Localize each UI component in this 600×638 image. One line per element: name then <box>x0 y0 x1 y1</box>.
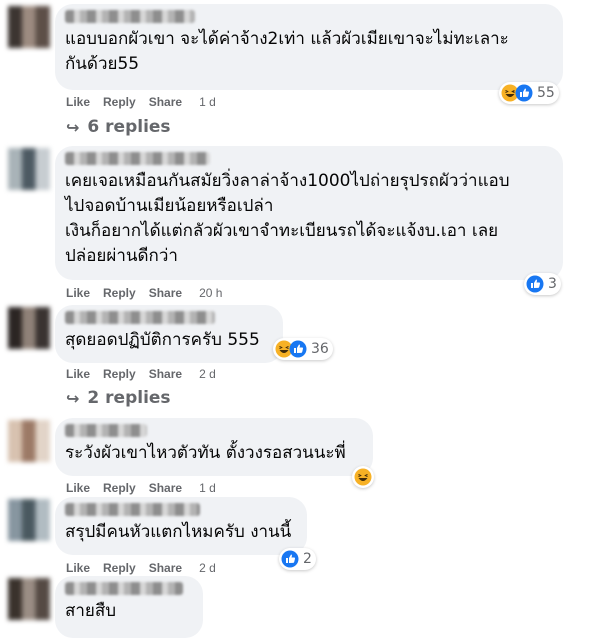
timestamp[interactable]: 2 d <box>199 561 216 575</box>
comment-text: สุดยอดปฏิบัติการครับ 555 <box>65 330 260 350</box>
reply-link[interactable]: Reply <box>103 286 136 300</box>
share-link[interactable]: Share <box>149 561 182 575</box>
timestamp[interactable]: 1 d <box>199 481 216 495</box>
comment-text: ระวังผัวเขาไหวตัวทัน ตั้งวงรอสวนนะพี่ <box>65 443 346 463</box>
avatar[interactable] <box>8 499 50 541</box>
comment-actions: Like Reply Share 2 d <box>66 561 229 575</box>
like-link[interactable]: Like <box>66 481 90 495</box>
like-icon <box>526 275 544 293</box>
reaction-summary[interactable] <box>352 466 374 488</box>
avatar[interactable] <box>8 307 50 349</box>
reaction-summary[interactable]: 55 <box>499 82 559 104</box>
avatar[interactable] <box>8 6 50 48</box>
like-icon <box>281 550 299 568</box>
reply-link[interactable]: Reply <box>103 481 136 495</box>
reply-arrow-icon: ↪ <box>66 388 80 408</box>
avatar[interactable] <box>8 148 50 190</box>
view-replies-link[interactable]: ↪ 6 replies <box>66 117 171 137</box>
reaction-count: 36 <box>311 341 329 357</box>
timestamp[interactable]: 20 h <box>199 286 222 300</box>
reply-link[interactable]: Reply <box>103 561 136 575</box>
reply-arrow-icon: ↪ <box>66 117 80 137</box>
comment-actions: Like Reply Share 2 d <box>66 367 229 381</box>
comment-text: สรุปมีคนหัวแตกไหมครับ งานนี้ <box>65 522 292 542</box>
like-icon <box>289 340 307 358</box>
reaction-count: 55 <box>537 85 555 101</box>
share-link[interactable]: Share <box>149 95 182 109</box>
avatar[interactable] <box>8 420 50 462</box>
haha-icon <box>354 468 372 486</box>
view-replies-link[interactable]: ↪ 2 replies <box>66 388 171 408</box>
reaction-summary[interactable]: 3 <box>524 273 561 295</box>
like-icon <box>515 84 533 102</box>
reply-link[interactable]: Reply <box>103 367 136 381</box>
commenter-name-blurred[interactable] <box>65 311 215 324</box>
like-link[interactable]: Like <box>66 95 90 109</box>
comment-text: เคยเจอเหมือนกันสมัยวิ่งลาล่าจ้าง1000ไปถ่… <box>65 171 510 266</box>
comment-actions: Like Reply Share 20 h <box>66 286 235 300</box>
comment-actions: Like Reply Share 1 d <box>66 95 229 109</box>
share-link[interactable]: Share <box>149 481 182 495</box>
commenter-name-blurred[interactable] <box>65 10 195 23</box>
share-link[interactable]: Share <box>149 367 182 381</box>
reaction-count: 2 <box>303 551 312 567</box>
reply-link[interactable]: Reply <box>103 95 136 109</box>
comment-bubble: แอบบอกผัวเขา จะได้ค่าจ้าง2เท่า แล้วผัวเม… <box>55 4 563 90</box>
reaction-count: 3 <box>548 276 557 292</box>
replies-count: 2 replies <box>87 388 171 408</box>
comment-bubble: สายสืบ <box>55 576 203 638</box>
like-link[interactable]: Like <box>66 367 90 381</box>
timestamp[interactable]: 2 d <box>199 367 216 381</box>
commenter-name-blurred[interactable] <box>65 582 183 595</box>
comment-bubble: ระวังผัวเขาไหวตัวทัน ตั้งวงรอสวนนะพี่ <box>55 418 373 476</box>
avatar[interactable] <box>8 578 50 620</box>
comment-bubble: เคยเจอเหมือนกันสมัยวิ่งลาล่าจ้าง1000ไปถ่… <box>55 146 563 280</box>
like-link[interactable]: Like <box>66 286 90 300</box>
comment-actions: Like Reply Share 1 d <box>66 481 229 495</box>
commenter-name-blurred[interactable] <box>65 152 210 165</box>
commenter-name-blurred[interactable] <box>65 503 200 516</box>
commenter-name-blurred[interactable] <box>65 424 147 437</box>
comment-bubble: สรุปมีคนหัวแตกไหมครับ งานนี้ <box>55 497 307 555</box>
replies-count: 6 replies <box>87 117 171 137</box>
comment-bubble: สุดยอดปฏิบัติการครับ 555 <box>55 305 283 363</box>
reaction-summary[interactable]: 36 <box>273 338 333 360</box>
timestamp[interactable]: 1 d <box>199 95 216 109</box>
reaction-summary[interactable]: 2 <box>279 548 316 570</box>
comment-text: แอบบอกผัวเขา จะได้ค่าจ้าง2เท่า แล้วผัวเม… <box>65 29 509 74</box>
comment-text: สายสืบ <box>65 601 117 621</box>
like-link[interactable]: Like <box>66 561 90 575</box>
share-link[interactable]: Share <box>149 286 182 300</box>
